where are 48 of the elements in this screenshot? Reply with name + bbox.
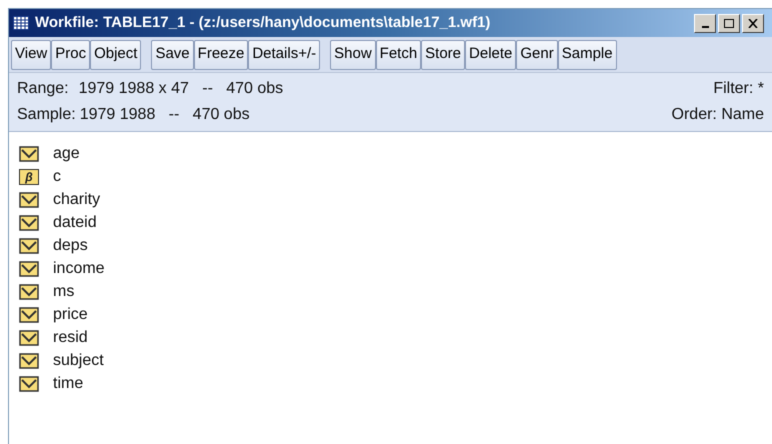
object-item[interactable]: income [19, 257, 772, 280]
toolbar-button[interactable]: Details+/- [248, 40, 320, 70]
series-chart-icon [19, 330, 39, 346]
toolbar-button[interactable]: Show [330, 40, 376, 70]
toolbar-button[interactable]: Proc [51, 40, 90, 70]
series-chart-icon [19, 306, 39, 322]
grid-window-icon [13, 16, 29, 30]
series-chart-icon [19, 192, 39, 208]
object-item[interactable]: β c [19, 165, 772, 188]
coefficient-icon: β [19, 168, 39, 184]
series-chart-icon [19, 238, 39, 254]
toolbar-button[interactable]: Freeze [194, 40, 248, 70]
minimize-button[interactable] [694, 14, 716, 32]
object-item[interactable]: deps [19, 234, 772, 257]
close-button[interactable] [742, 14, 764, 32]
object-item[interactable]: price [19, 303, 772, 326]
order-label: Order: Name [672, 105, 764, 125]
filter-label: Filter: * [713, 79, 764, 99]
sample-value: 1979 1988 -- 470 obs [80, 105, 250, 125]
sample-label: Sample: [17, 105, 76, 125]
close-icon [748, 18, 758, 28]
toolbar-button[interactable]: Sample [558, 40, 617, 70]
toolbar-button[interactable]: Object [90, 40, 142, 70]
range-value: 1979 1988 x 47 -- 470 obs [78, 79, 284, 99]
object-item[interactable]: dateid [19, 211, 772, 234]
series-chart-icon [19, 146, 39, 162]
range-label: Range: [17, 79, 69, 99]
object-item[interactable]: time [19, 372, 772, 395]
series-chart-icon [19, 214, 39, 230]
maximize-button[interactable] [718, 14, 740, 32]
series-chart-icon [19, 284, 39, 300]
object-item[interactable]: ms [19, 280, 772, 303]
toolbar-button[interactable]: Fetch [376, 40, 422, 70]
object-item[interactable]: subject [19, 349, 772, 372]
window-title: Workfile: TABLE17_1 - (z:/users/hany\documents\table17_1.wf1) [35, 12, 490, 33]
series-chart-icon [19, 260, 39, 276]
toolbar-button[interactable]: View [11, 40, 52, 70]
toolbar-button[interactable]: Store [421, 40, 466, 70]
series-chart-icon [19, 376, 39, 392]
series-chart-icon [19, 352, 39, 368]
object-item[interactable]: charity [19, 188, 772, 211]
toolbar-button[interactable]: Delete [465, 40, 516, 70]
toolbar-button[interactable]: Save [151, 40, 194, 70]
object-item[interactable]: age [19, 142, 772, 165]
minimize-icon [702, 26, 708, 28]
object-item[interactable]: resid [19, 326, 772, 349]
maximize-icon [724, 18, 734, 28]
toolbar-button[interactable]: Genr [516, 40, 558, 70]
